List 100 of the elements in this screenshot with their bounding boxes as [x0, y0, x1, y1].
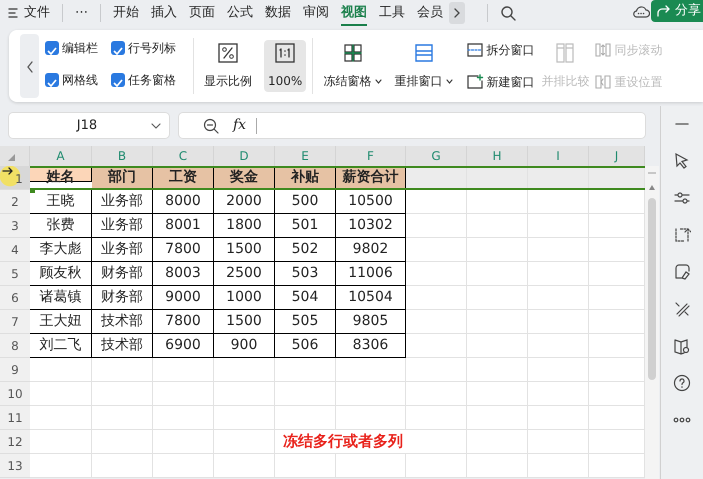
- empty-cell: [92, 430, 153, 454]
- checkbox[interactable]: 任务窗格: [111, 69, 187, 91]
- share-button[interactable]: 分享: [651, 0, 703, 22]
- function-button[interactable]: fx: [233, 115, 246, 136]
- empty-cell: [214, 430, 275, 454]
- cloud-icon[interactable]: [632, 5, 650, 19]
- menu-tab[interactable]: 工具: [373, 2, 411, 24]
- empty-cell: [467, 382, 528, 406]
- row-header[interactable]: 3: [0, 214, 30, 238]
- row-header[interactable]: 10: [0, 382, 30, 406]
- empty-cell: [528, 238, 589, 262]
- column-header[interactable]: A: [30, 146, 92, 166]
- row-header[interactable]: 11: [0, 406, 30, 430]
- empty-cell: [406, 454, 467, 478]
- ribbon-button[interactable]: 新建窗口: [465, 70, 536, 94]
- stacked-windows-icon: [412, 42, 435, 64]
- menu-icon[interactable]: [8, 7, 18, 19]
- search-icon[interactable]: [500, 5, 516, 21]
- row-header[interactable]: 8: [0, 334, 30, 358]
- name-box[interactable]: J18: [8, 112, 170, 139]
- menu-tab[interactable]: 公式: [221, 2, 259, 24]
- row-header[interactable]: 13: [0, 454, 30, 478]
- fill-handle[interactable]: [30, 188, 35, 193]
- ribbon-button[interactable]: 显示比例: [200, 40, 256, 92]
- empty-cell: [528, 310, 589, 334]
- menu-tab[interactable]: 页面: [183, 2, 221, 24]
- empty-cell: [406, 358, 467, 382]
- checkbox[interactable]: 网格线: [45, 69, 111, 91]
- menu-tab[interactable]: 视图: [335, 2, 373, 24]
- empty-cell: [467, 430, 528, 454]
- ribbon-button[interactable]: 重排窗口: [390, 40, 458, 92]
- table-cell: 9000: [153, 286, 214, 310]
- empty-cell: [214, 454, 275, 478]
- book-search-icon[interactable]: [673, 337, 691, 355]
- empty-cell: [467, 286, 528, 310]
- scroll-right-button[interactable]: [449, 2, 465, 24]
- menu-tab[interactable]: 会员: [411, 2, 449, 24]
- vertical-scrollbar[interactable]: [645, 166, 659, 479]
- row-header[interactable]: 9: [0, 358, 30, 382]
- table-cell: 2000: [214, 190, 275, 214]
- menu-tab[interactable]: 插入: [145, 2, 183, 24]
- table-cell: 诸葛镇: [30, 286, 92, 310]
- empty-cell: [467, 454, 528, 478]
- column-header[interactable]: G: [406, 146, 467, 166]
- row-header[interactable]: 5: [0, 262, 30, 286]
- table-cell: 505: [275, 310, 336, 334]
- empty-cell: [467, 238, 528, 262]
- checkbox[interactable]: 行号列标: [111, 37, 187, 59]
- empty-cell: [467, 406, 528, 430]
- empty-cell: [336, 382, 406, 406]
- image-brush-icon[interactable]: [673, 263, 691, 281]
- table-cell: 1500: [214, 310, 275, 334]
- table-cell: 业务部: [92, 238, 153, 262]
- zoom-out-icon[interactable]: [203, 118, 219, 134]
- row-header[interactable]: 2: [0, 190, 30, 214]
- ribbon-button[interactable]: 拆分窗口: [465, 38, 536, 62]
- ribbon-button[interactable]: 冻结窗格: [319, 40, 386, 92]
- row-header[interactable]: 4: [0, 238, 30, 262]
- table-cell: 8000: [153, 190, 214, 214]
- empty-cell: [467, 214, 528, 238]
- formula-field[interactable]: fx: [178, 112, 646, 139]
- table-cell: 8001: [153, 214, 214, 238]
- column-header[interactable]: J: [589, 146, 645, 166]
- empty-cell: [528, 406, 589, 430]
- table-cell: 8003: [153, 262, 214, 286]
- empty-cell: [528, 430, 589, 454]
- row-header[interactable]: 6: [0, 286, 30, 310]
- scrollbar-thumb[interactable]: [648, 198, 656, 380]
- menu-tab[interactable]: 开始: [107, 2, 145, 24]
- checkbox[interactable]: 编辑栏: [45, 37, 111, 59]
- empty-cell: [214, 406, 275, 430]
- table-cell: 10302: [336, 214, 406, 238]
- empty-cell: [92, 406, 153, 430]
- more-button[interactable]: ⋯: [69, 2, 94, 24]
- menu-tab[interactable]: 数据: [259, 2, 297, 24]
- column-header[interactable]: I: [528, 146, 589, 166]
- column-header[interactable]: H: [467, 146, 528, 166]
- column-header[interactable]: D: [214, 146, 275, 166]
- column-header[interactable]: C: [153, 146, 214, 166]
- empty-cell: [406, 190, 467, 214]
- empty-cell: [406, 406, 467, 430]
- row-header[interactable]: 12: [0, 430, 30, 454]
- column-header[interactable]: B: [92, 146, 153, 166]
- table-cell: 503: [275, 262, 336, 286]
- column-header[interactable]: F: [336, 146, 406, 166]
- side-by-side-icon: [554, 42, 576, 64]
- transform-icon[interactable]: [673, 226, 691, 244]
- new-window-icon: [466, 74, 484, 90]
- chevron-down-icon: [151, 122, 161, 128]
- table-cell: 9802: [336, 238, 406, 262]
- row-header[interactable]: 7: [0, 310, 30, 334]
- menu-tab[interactable]: 审阅: [297, 2, 335, 24]
- ribbon-button[interactable]: 100%: [264, 40, 306, 92]
- empty-cell: [153, 454, 214, 478]
- help-icon[interactable]: [673, 374, 691, 392]
- column-header[interactable]: E: [275, 146, 336, 166]
- file-menu[interactable]: 文件: [18, 2, 56, 24]
- cursor-icon[interactable]: [673, 152, 691, 170]
- actual-size-icon: [274, 42, 296, 64]
- table-cell: 501: [275, 214, 336, 238]
